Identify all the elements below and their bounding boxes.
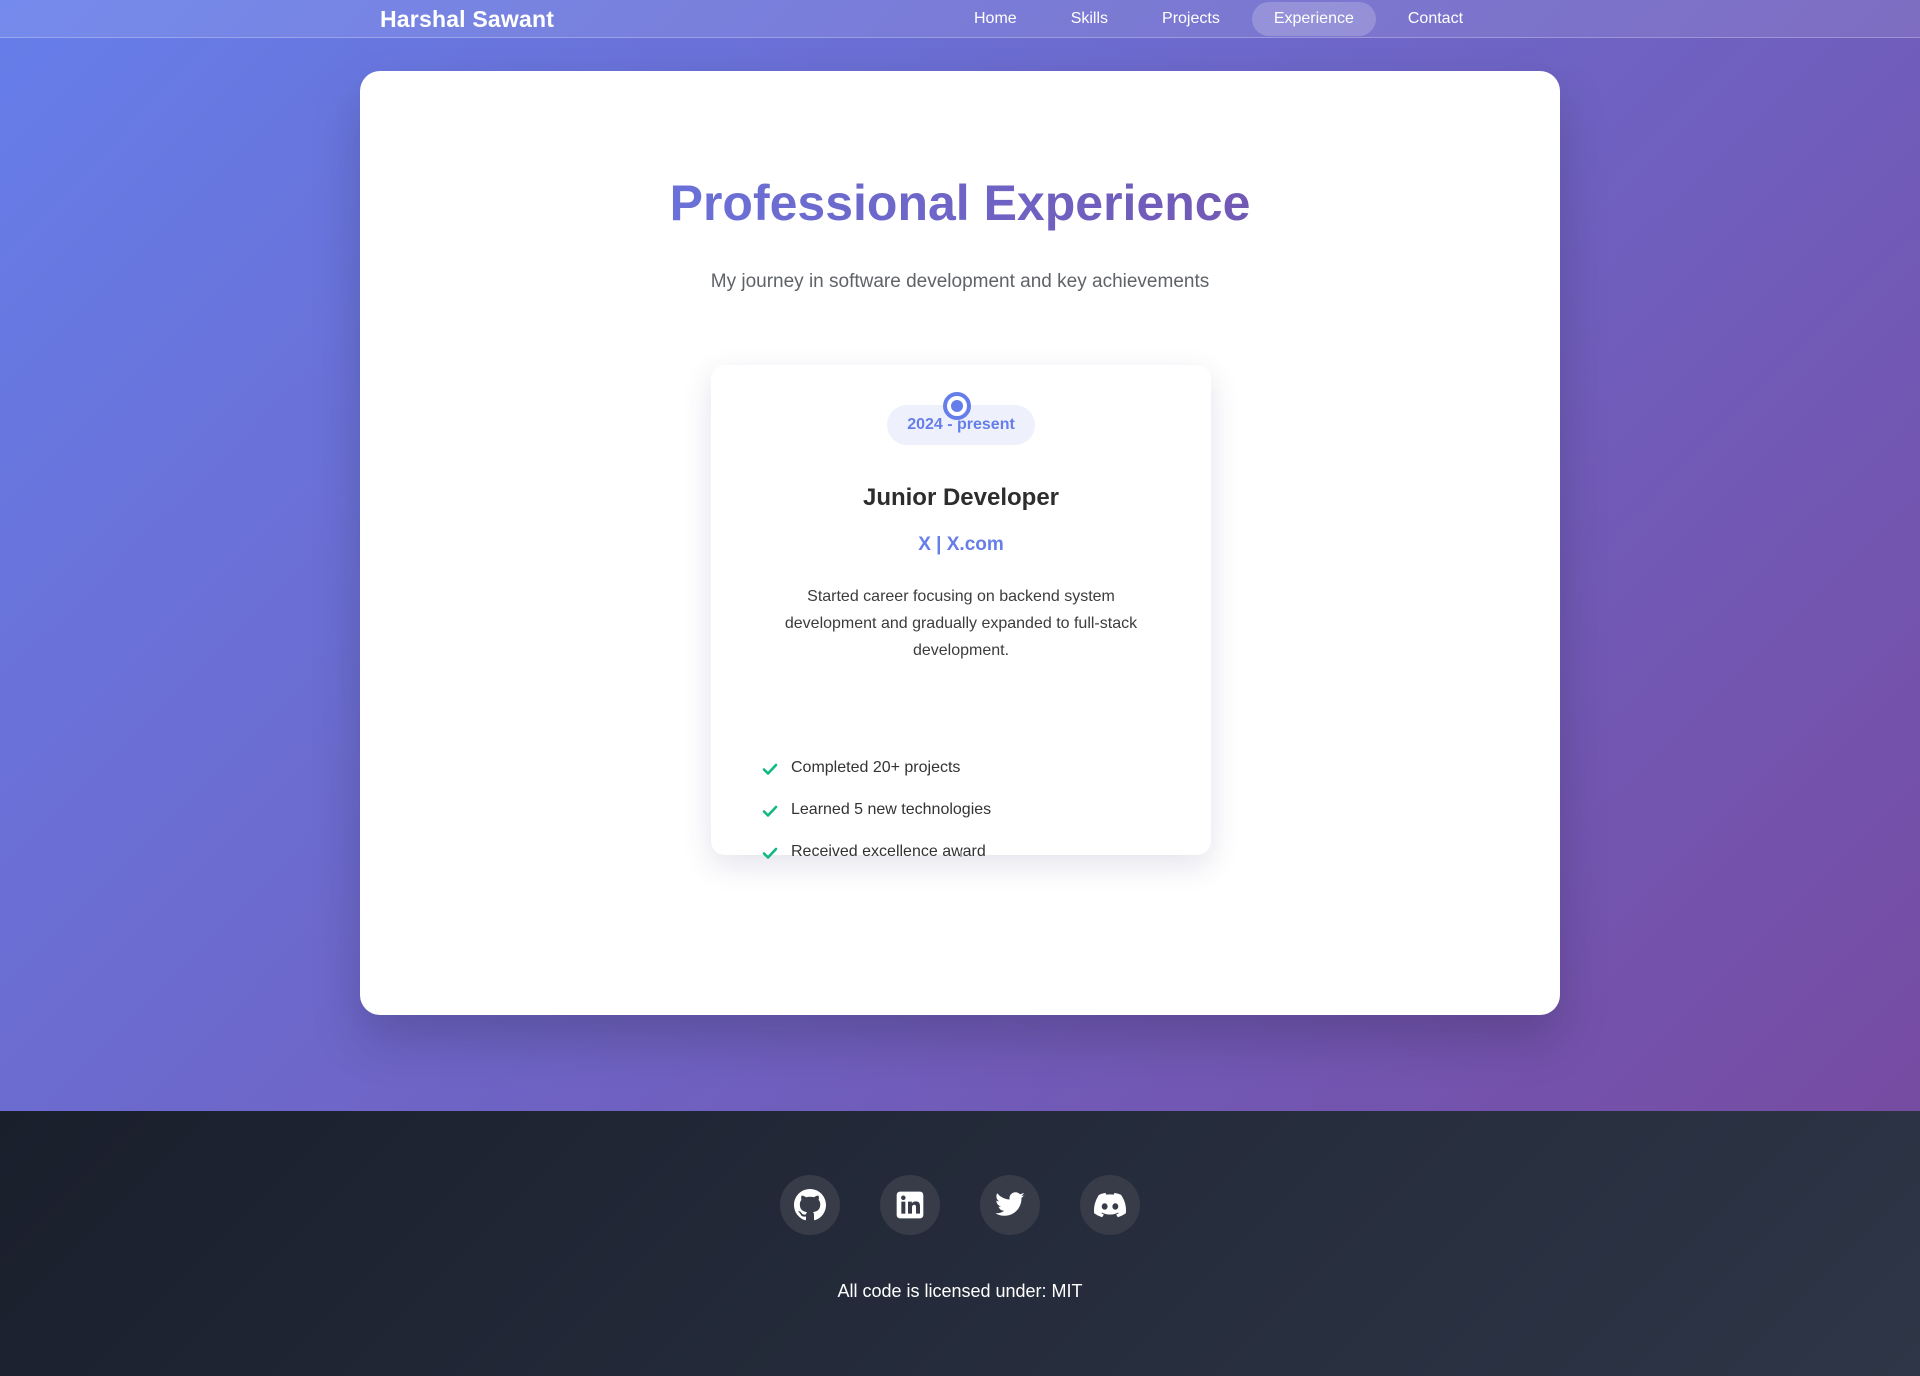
job-title: Junior Developer <box>862 484 1060 511</box>
achievement-item: Learned 5 new technologies <box>761 799 1181 841</box>
nav-link-projects[interactable]: Projects <box>1140 2 1242 36</box>
timeline-dot <box>943 392 971 420</box>
discord-icon <box>1094 1192 1126 1218</box>
experience-section: Professional Experience My journey in so… <box>360 71 1560 1015</box>
nav-link-skills[interactable]: Skills <box>1049 2 1130 36</box>
check-icon <box>762 847 778 859</box>
achievement-text: Completed 20+ projects <box>791 759 961 776</box>
timeline-dot-center <box>951 400 963 412</box>
linkedin-icon <box>896 1191 924 1219</box>
achievement-text: Learned 5 new technologies <box>791 801 992 818</box>
achievement-item: Received excellence award <box>761 841 1181 883</box>
achievement-item: Completed 20+ projects <box>761 757 1181 799</box>
footer: All code is licensed under: MIT <box>0 1111 1920 1376</box>
github-icon <box>794 1189 826 1221</box>
achievement-text: Received excellence award <box>791 843 986 860</box>
linkedin-link[interactable] <box>880 1175 940 1235</box>
brand-logo[interactable]: Harshal Sawant <box>380 5 554 33</box>
nav-link-contact[interactable]: Contact <box>1386 2 1485 36</box>
twitter-icon <box>995 1192 1025 1216</box>
company-name: X | X.com <box>918 534 1004 555</box>
nav-link-experience[interactable]: Experience <box>1251 2 1376 36</box>
page-subtitle: My journey in software development and k… <box>710 271 1210 292</box>
check-icon <box>762 805 778 817</box>
page-title: Professional Experience <box>360 173 1560 233</box>
twitter-link[interactable] <box>980 1175 1040 1235</box>
navbar: Harshal Sawant Home Skills Projects Expe… <box>0 0 1920 38</box>
nav-links: Home Skills Projects Experience Contact <box>952 2 1485 36</box>
social-links <box>780 1175 1140 1235</box>
license-text: All code is licensed under: MIT <box>837 1281 1083 1301</box>
achievements-list: Completed 20+ projects Learned 5 new tec… <box>761 757 1181 883</box>
discord-link[interactable] <box>1080 1175 1140 1235</box>
nav-link-home[interactable]: Home <box>952 2 1039 36</box>
github-link[interactable] <box>780 1175 840 1235</box>
timeline-line <box>960 851 962 857</box>
job-description: Started career focusing on backend syste… <box>784 588 1138 659</box>
check-icon <box>762 763 778 775</box>
experience-card: 2024 - present Junior Developer X | X.co… <box>711 365 1211 860</box>
